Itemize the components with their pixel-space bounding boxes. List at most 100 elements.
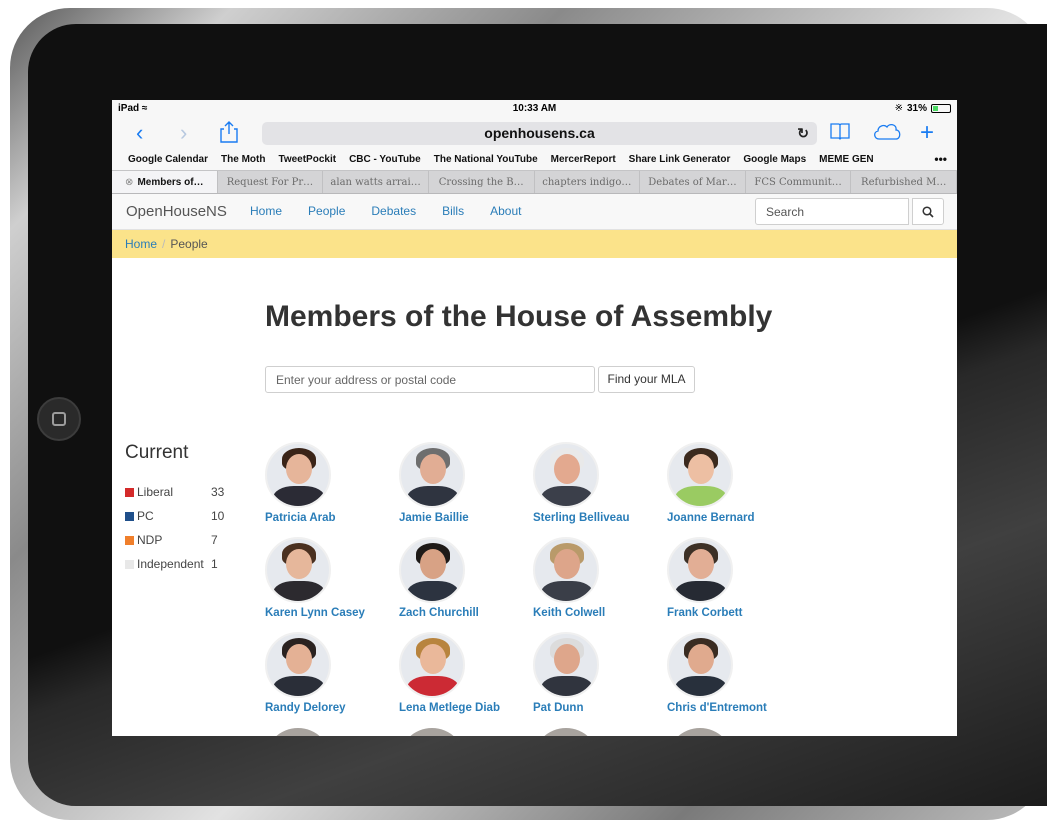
person-photo[interactable] [399, 442, 465, 508]
close-tab-icon[interactable]: ⊗ [125, 177, 133, 188]
person-card[interactable]: Keith Colwell [533, 537, 667, 619]
nav-home[interactable]: Home [250, 204, 282, 218]
find-mla-button[interactable]: Find your MLA [598, 366, 695, 393]
photo-face [420, 454, 446, 484]
nav-debates[interactable]: Debates [371, 204, 416, 218]
current-heading: Current [125, 442, 189, 463]
tab-bar: ⊗ Members of… Request For Pr… alan watts … [112, 170, 957, 194]
person-photo[interactable] [265, 442, 331, 508]
tab-label: Refurbished M… [861, 176, 947, 188]
person-name[interactable]: Sterling Belliveau [533, 512, 667, 524]
person-photo[interactable] [533, 728, 599, 736]
tab-request[interactable]: Request For Pr… [218, 171, 324, 193]
tab-fcs[interactable]: FCS Communit… [746, 171, 852, 193]
share-icon[interactable] [220, 121, 238, 149]
person-card[interactable]: Sterling Belliveau [533, 442, 667, 524]
status-right: ※ 31% [895, 103, 951, 114]
home-button[interactable] [37, 397, 81, 441]
photo-face [554, 454, 580, 484]
nav-bills[interactable]: Bills [442, 204, 464, 218]
forward-icon[interactable]: › [180, 121, 187, 145]
person-photo[interactable] [667, 537, 733, 603]
tab-members[interactable]: ⊗ Members of… [112, 171, 218, 193]
photo-face [554, 549, 580, 579]
person-card[interactable]: Randy Delorey [265, 632, 399, 714]
tab-refurbished[interactable]: Refurbished M… [851, 171, 957, 193]
person-name[interactable]: Pat Dunn [533, 702, 667, 714]
photo-body [675, 581, 727, 601]
person-card[interactable]: Karen Lynn Casey [265, 537, 399, 619]
person-photo[interactable] [667, 632, 733, 698]
search-button[interactable] [912, 198, 944, 225]
cloud-tabs-icon[interactable] [872, 121, 902, 146]
person-card[interactable]: Chris d'Entremont [667, 632, 801, 714]
person-card[interactable]: Pat Dunn [533, 632, 667, 714]
photo-body [541, 486, 593, 506]
bookmark-item[interactable]: CBC - YouTube [349, 154, 421, 165]
person-photo[interactable] [533, 442, 599, 508]
tab-label: Crossing the B… [438, 176, 524, 188]
person-name[interactable]: Frank Corbett [667, 607, 801, 619]
person-name[interactable]: Randy Delorey [265, 702, 399, 714]
bookmark-item[interactable]: The Moth [221, 154, 265, 165]
person-name[interactable]: Chris d'Entremont [667, 702, 801, 714]
person-photo[interactable] [265, 632, 331, 698]
bookmark-item[interactable]: TweetPockit [278, 154, 336, 165]
person-photo[interactable] [533, 537, 599, 603]
bookmark-item[interactable]: Google Maps [743, 154, 806, 165]
person-name[interactable]: Joanne Bernard [667, 512, 801, 524]
site-search-input[interactable]: Search [755, 198, 909, 225]
person-name[interactable]: Jamie Baillie [399, 512, 533, 524]
breadcrumb: Home / People [112, 230, 957, 258]
person-card[interactable]: Joanne Bernard [667, 442, 801, 524]
address-bar[interactable]: openhousens.ca ↻ [262, 122, 817, 145]
party-row[interactable]: NDP 7 [125, 528, 224, 552]
site-brand[interactable]: OpenHouseNS [126, 203, 227, 220]
party-count: 10 [211, 509, 225, 523]
new-tab-icon[interactable]: + [920, 121, 934, 145]
bookmark-item[interactable]: Google Calendar [128, 154, 208, 165]
person-photo[interactable] [399, 728, 465, 736]
bookmarks-icon[interactable] [830, 121, 850, 147]
party-count: 7 [211, 533, 218, 547]
person-name[interactable]: Zach Churchill [399, 607, 533, 619]
reload-icon[interactable]: ↻ [797, 122, 809, 145]
tab-debates[interactable]: Debates of Mar… [640, 171, 746, 193]
nav-people[interactable]: People [308, 204, 345, 218]
back-icon[interactable]: ‹ [136, 121, 143, 145]
party-row[interactable]: PC 10 [125, 504, 224, 528]
address-input[interactable]: Enter your address or postal code [265, 366, 595, 393]
more-bookmarks-icon[interactable]: ••• [934, 152, 947, 166]
person-photo[interactable] [399, 632, 465, 698]
tab-chapters[interactable]: chapters indigo… [535, 171, 641, 193]
status-bar: iPad ≈ 10:33 AM ※ 31% [112, 100, 957, 118]
tab-crossing[interactable]: Crossing the B… [429, 171, 535, 193]
person-photo[interactable] [265, 537, 331, 603]
breadcrumb-home[interactable]: Home [125, 237, 157, 251]
person-name[interactable]: Lena Metlege Diab [399, 702, 533, 714]
person-photo[interactable] [265, 728, 331, 736]
party-row[interactable]: Independent 1 [125, 552, 224, 576]
person-photo[interactable] [533, 632, 599, 698]
person-name[interactable]: Keith Colwell [533, 607, 667, 619]
party-row[interactable]: Liberal 33 [125, 480, 224, 504]
person-name[interactable]: Patricia Arab [265, 512, 399, 524]
photo-body [407, 581, 459, 601]
person-photo[interactable] [667, 442, 733, 508]
bookmark-item[interactable]: MercerReport [551, 154, 616, 165]
bookmark-item[interactable]: Share Link Generator [629, 154, 731, 165]
person-card[interactable]: Frank Corbett [667, 537, 801, 619]
photo-face [688, 549, 714, 579]
person-photo[interactable] [667, 728, 733, 736]
bookmark-item[interactable]: The National YouTube [434, 154, 538, 165]
person-card[interactable]: Patricia Arab [265, 442, 399, 524]
person-name[interactable]: Karen Lynn Casey [265, 607, 399, 619]
person-card[interactable]: Lena Metlege Diab [399, 632, 533, 714]
person-card[interactable]: Jamie Baillie [399, 442, 533, 524]
person-card[interactable]: Zach Churchill [399, 537, 533, 619]
nav-about[interactable]: About [490, 204, 521, 218]
person-photo[interactable] [399, 537, 465, 603]
tab-alan-watts[interactable]: alan watts arrai… [323, 171, 429, 193]
photo-body [675, 486, 727, 506]
bookmark-item[interactable]: MEME GEN [819, 154, 873, 165]
